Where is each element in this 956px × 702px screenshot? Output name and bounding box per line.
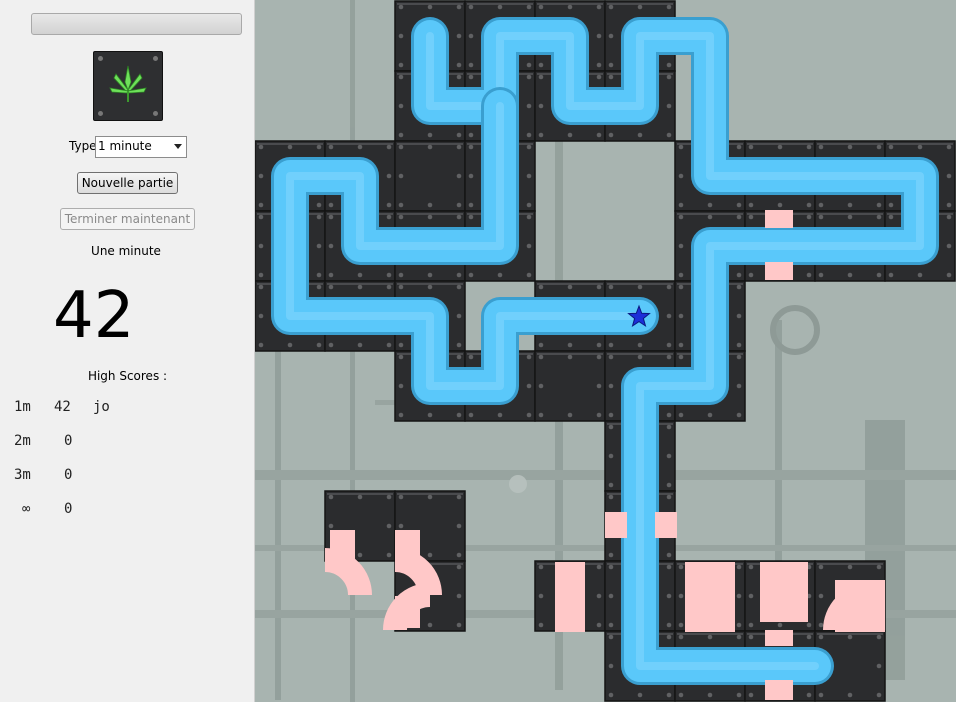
high-score-mode: ∞ (22, 501, 31, 517)
empty-pipe-segment (765, 262, 793, 280)
empty-pipe-segment (685, 562, 735, 632)
high-score-value: 42 (54, 399, 71, 415)
empty-pipe-segment (765, 630, 793, 646)
empty-pipe-segment (605, 512, 627, 538)
empty-pipe-segment (555, 562, 585, 632)
empty-pipe-segment (655, 512, 677, 538)
high-score-mode: 2m (14, 433, 31, 449)
cannabis-leaf-icon (93, 51, 163, 121)
board-canvas[interactable] (255, 0, 956, 702)
game-board[interactable] (255, 0, 956, 702)
countdown-timer: 42 (53, 279, 135, 353)
high-score-mode: 1m (14, 399, 31, 415)
pipe-tile[interactable] (534, 350, 606, 422)
chevron-down-icon (174, 144, 182, 149)
time-progress-bar (31, 13, 242, 35)
empty-pipe-segment (765, 680, 793, 700)
high-scores-title: High Scores : (87, 369, 168, 383)
finish-now-button[interactable]: Terminer maintenant (60, 208, 195, 230)
new-game-button[interactable]: Nouvelle partie (77, 172, 178, 194)
high-score-name: jo (93, 399, 110, 415)
game-type-select[interactable]: 1 minute (95, 136, 187, 158)
high-score-value: 0 (64, 467, 73, 483)
high-score-value: 0 (64, 433, 73, 449)
empty-pipe-segment (760, 562, 808, 622)
pipe-tile[interactable] (394, 140, 466, 212)
game-mode-label: Une minute (91, 244, 161, 258)
game-type-value: 1 minute (98, 139, 152, 153)
type-label: Type (69, 139, 97, 153)
sidebar: Type 1 minute Nouvelle partie Terminer m… (0, 0, 255, 702)
empty-pipe-segment (765, 210, 793, 228)
high-score-mode: 3m (14, 467, 31, 483)
high-score-value: 0 (64, 501, 73, 517)
